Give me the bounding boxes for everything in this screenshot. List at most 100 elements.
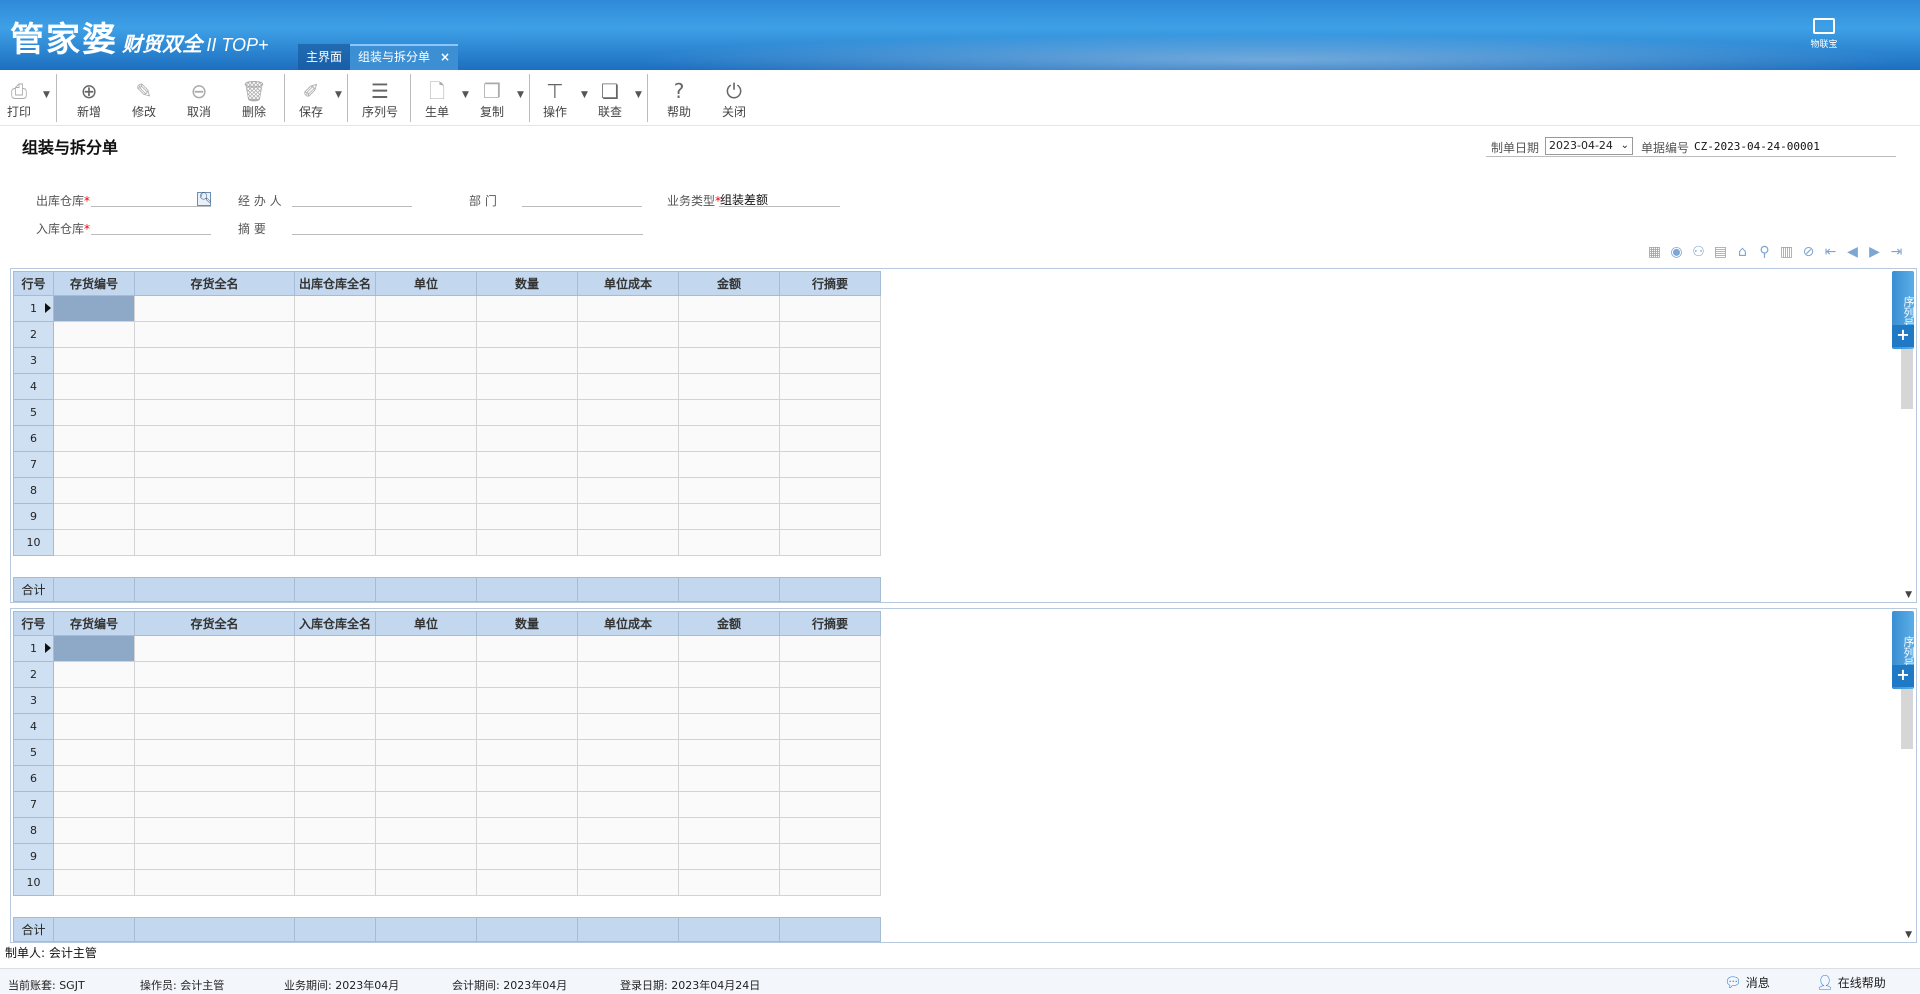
table-cell[interactable] bbox=[375, 791, 477, 818]
table-cell[interactable] bbox=[779, 347, 881, 374]
column-header[interactable]: 数量 bbox=[476, 271, 578, 296]
table-cell[interactable] bbox=[134, 687, 295, 714]
table-cell[interactable] bbox=[375, 765, 477, 792]
table-cell[interactable] bbox=[375, 295, 477, 322]
table-cell[interactable] bbox=[53, 739, 135, 766]
add-button[interactable]: ⊕ 新增 bbox=[74, 78, 104, 124]
scrollbar-thumb[interactable] bbox=[1901, 689, 1913, 749]
table-cell[interactable] bbox=[294, 425, 376, 452]
column-header[interactable]: 金额 bbox=[678, 611, 780, 636]
table-cell[interactable] bbox=[577, 687, 679, 714]
table-cell[interactable] bbox=[134, 843, 295, 870]
table-cell[interactable] bbox=[577, 425, 679, 452]
wuliao-button[interactable]: 物联宝 bbox=[1808, 18, 1840, 54]
in-warehouse-input[interactable] bbox=[91, 234, 211, 235]
table-cell[interactable] bbox=[53, 373, 135, 400]
table-cell[interactable] bbox=[294, 477, 376, 504]
table-cell[interactable] bbox=[577, 347, 679, 374]
column-header[interactable]: 行号 bbox=[13, 271, 54, 296]
home-icon[interactable]: ⌂ bbox=[1734, 244, 1751, 261]
table-cell[interactable] bbox=[678, 765, 780, 792]
table-cell[interactable] bbox=[577, 635, 679, 662]
table-cell[interactable] bbox=[375, 451, 477, 478]
table-cell[interactable] bbox=[294, 869, 376, 896]
serial-button[interactable]: ☰ 序列号 bbox=[360, 78, 400, 124]
table-cell[interactable] bbox=[134, 373, 295, 400]
table-cell[interactable] bbox=[577, 791, 679, 818]
edit-button[interactable]: ✎ 修改 bbox=[129, 78, 159, 124]
table-cell[interactable] bbox=[779, 791, 881, 818]
close-icon[interactable]: × bbox=[440, 50, 450, 64]
table-cell[interactable] bbox=[577, 739, 679, 766]
table-cell[interactable] bbox=[134, 399, 295, 426]
table-cell[interactable] bbox=[294, 295, 376, 322]
table-cell[interactable] bbox=[779, 295, 881, 322]
table-cell[interactable] bbox=[134, 869, 295, 896]
table-cell[interactable] bbox=[134, 661, 295, 688]
tab-home[interactable]: 主界面 bbox=[298, 44, 351, 70]
table-cell[interactable] bbox=[134, 529, 295, 556]
table-cell[interactable] bbox=[375, 869, 477, 896]
table-cell[interactable] bbox=[476, 321, 578, 348]
table-cell[interactable] bbox=[53, 713, 135, 740]
qr-icon[interactable]: ▦ bbox=[1646, 244, 1663, 261]
scroll-down-icon[interactable]: ▼ bbox=[1905, 930, 1912, 940]
date-select[interactable]: 2023-04-24 ⌄ bbox=[1545, 137, 1633, 155]
table-cell[interactable] bbox=[577, 713, 679, 740]
table-cell[interactable] bbox=[294, 843, 376, 870]
table-cell[interactable] bbox=[678, 661, 780, 688]
tab-assembly-split[interactable]: 组装与拆分单 × bbox=[350, 44, 459, 70]
table-cell[interactable] bbox=[577, 477, 679, 504]
table-cell[interactable] bbox=[375, 425, 477, 452]
column-header[interactable]: 单位 bbox=[375, 611, 477, 636]
save-button[interactable]: ✐ 保存 bbox=[296, 78, 326, 124]
print-dropdown[interactable]: ▼ bbox=[38, 78, 50, 124]
table-cell[interactable] bbox=[577, 661, 679, 688]
table-cell[interactable] bbox=[53, 347, 135, 374]
table-cell[interactable] bbox=[779, 817, 881, 844]
table-cell[interactable] bbox=[678, 791, 780, 818]
table-cell[interactable] bbox=[476, 529, 578, 556]
table-cell[interactable] bbox=[779, 687, 881, 714]
table-cell[interactable] bbox=[294, 503, 376, 530]
table-cell[interactable] bbox=[53, 843, 135, 870]
table-cell[interactable] bbox=[375, 529, 477, 556]
table-cell[interactable] bbox=[476, 425, 578, 452]
table-cell[interactable] bbox=[779, 399, 881, 426]
table-cell[interactable] bbox=[476, 635, 578, 662]
dept-input[interactable] bbox=[522, 206, 642, 207]
table-cell[interactable] bbox=[375, 503, 477, 530]
table-cell[interactable] bbox=[294, 451, 376, 478]
table-cell[interactable] bbox=[577, 503, 679, 530]
table-cell[interactable] bbox=[577, 529, 679, 556]
table-cell[interactable] bbox=[134, 425, 295, 452]
table-cell[interactable] bbox=[294, 687, 376, 714]
generate-button[interactable]: 🗋 生单 bbox=[422, 78, 452, 124]
column-header[interactable]: 入库仓库全名 bbox=[294, 611, 376, 636]
table-cell[interactable] bbox=[779, 373, 881, 400]
column-header[interactable]: 单位 bbox=[375, 271, 477, 296]
table-cell[interactable] bbox=[678, 529, 780, 556]
table-cell[interactable] bbox=[134, 295, 295, 322]
table-cell[interactable] bbox=[779, 765, 881, 792]
table-cell[interactable] bbox=[779, 869, 881, 896]
column-header[interactable]: 单位成本 bbox=[577, 271, 679, 296]
table-cell[interactable] bbox=[577, 295, 679, 322]
table-cell[interactable] bbox=[53, 503, 135, 530]
column-header[interactable]: 数量 bbox=[476, 611, 578, 636]
table-cell[interactable] bbox=[294, 661, 376, 688]
table-cell[interactable] bbox=[779, 661, 881, 688]
table-cell[interactable] bbox=[53, 529, 135, 556]
table-cell[interactable] bbox=[53, 869, 135, 896]
last-page-icon[interactable]: ⇥ bbox=[1888, 244, 1905, 261]
table-cell[interactable] bbox=[53, 687, 135, 714]
table-cell[interactable] bbox=[134, 713, 295, 740]
table-cell[interactable] bbox=[779, 529, 881, 556]
table-cell[interactable] bbox=[53, 765, 135, 792]
table-cell[interactable] bbox=[678, 739, 780, 766]
table-icon[interactable]: ▥ bbox=[1778, 244, 1795, 261]
table-cell[interactable] bbox=[678, 295, 780, 322]
table-cell[interactable] bbox=[779, 713, 881, 740]
message-button[interactable]: 💬︎ 消息 bbox=[1724, 974, 1770, 991]
table-cell[interactable] bbox=[375, 347, 477, 374]
